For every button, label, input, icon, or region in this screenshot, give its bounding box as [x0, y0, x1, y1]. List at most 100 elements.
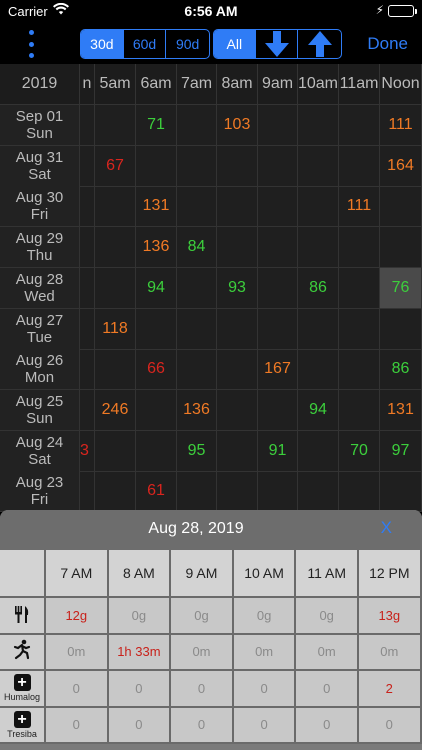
done-button[interactable]: Done [367, 34, 408, 54]
reading-cell[interactable] [95, 471, 136, 512]
reading-cell[interactable] [177, 267, 217, 309]
range-60d-button[interactable]: 60d [124, 30, 167, 58]
reading-cell[interactable] [380, 227, 422, 269]
sort-up-button[interactable] [298, 30, 341, 58]
reading-cell[interactable] [339, 471, 380, 512]
more-menu-icon[interactable] [26, 30, 36, 58]
grid-row[interactable]: Aug 27 Tue 118 [0, 308, 422, 350]
reading-cell[interactable] [217, 389, 258, 431]
reading-cell[interactable] [95, 227, 136, 269]
reading-cell[interactable] [136, 308, 177, 350]
partial-value-cell[interactable] [80, 186, 95, 228]
grid-row[interactable]: Aug 25 Sun 246 136 94 131 [0, 389, 422, 431]
reading-cell[interactable] [177, 186, 217, 228]
reading-cell[interactable] [339, 145, 380, 187]
range-30d-button[interactable]: 30d [81, 30, 124, 58]
reading-cell[interactable] [217, 308, 258, 350]
reading-cell[interactable] [258, 227, 298, 269]
reading-cell[interactable] [217, 471, 258, 512]
grid-row[interactable]: Sep 01 Sun 71 103 111 [0, 105, 422, 146]
reading-cell[interactable]: 111 [339, 186, 380, 228]
reading-cell[interactable]: 61 [136, 471, 177, 512]
reading-cell[interactable] [177, 145, 217, 187]
reading-cell[interactable]: 164 [380, 145, 422, 187]
reading-cell[interactable]: 84 [177, 227, 217, 269]
partial-value-cell[interactable] [80, 145, 95, 187]
reading-cell[interactable] [217, 349, 258, 391]
reading-cell[interactable] [258, 186, 298, 228]
close-button[interactable]: X [381, 518, 392, 538]
reading-cell[interactable]: 86 [380, 349, 422, 391]
grid-row[interactable]: Aug 31 Sat 67 164 [0, 145, 422, 187]
reading-cell[interactable]: 66 [136, 349, 177, 391]
reading-cell[interactable]: 94 [298, 389, 339, 431]
reading-cell[interactable] [95, 186, 136, 228]
reading-cell[interactable] [298, 308, 339, 350]
reading-cell[interactable] [258, 105, 298, 146]
reading-cell[interactable]: 118 [95, 308, 136, 350]
partial-value-cell[interactable] [80, 471, 95, 512]
reading-cell[interactable] [136, 430, 177, 472]
grid-row[interactable]: Aug 26 Mon 66 167 86 [0, 349, 422, 391]
grid-row[interactable]: Aug 24 Sat 3 95 91 70 97 [0, 430, 422, 472]
show-all-button[interactable]: All [214, 30, 256, 58]
reading-cell[interactable] [380, 186, 422, 228]
reading-cell[interactable]: 86 [298, 267, 339, 309]
reading-cell[interactable]: 136 [136, 227, 177, 269]
reading-cell[interactable] [339, 308, 380, 350]
readings-grid[interactable]: 2019 n 5am 6am 7am 8am 9am 10am 11am Noon Sep 01 Su… [0, 64, 422, 512]
partial-value-cell[interactable] [80, 227, 95, 269]
grid-row[interactable]: Aug 23 Fri 61 [0, 471, 422, 512]
reading-cell[interactable]: 95 [177, 430, 217, 472]
reading-cell[interactable] [339, 389, 380, 431]
reading-cell[interactable] [95, 105, 136, 146]
grid-row[interactable]: Aug 29 Thu 136 84 [0, 227, 422, 269]
reading-cell[interactable] [298, 186, 339, 228]
reading-cell[interactable] [217, 430, 258, 472]
reading-cell[interactable]: 103 [217, 105, 258, 146]
grid-row[interactable]: Aug 30 Fri 131 111 [0, 186, 422, 228]
reading-cell[interactable] [298, 430, 339, 472]
reading-cell[interactable] [217, 145, 258, 187]
reading-cell[interactable] [339, 105, 380, 146]
reading-cell[interactable] [339, 227, 380, 269]
reading-cell[interactable]: 167 [258, 349, 298, 391]
reading-cell[interactable] [136, 389, 177, 431]
reading-cell[interactable]: 94 [136, 267, 177, 309]
reading-cell[interactable]: 71 [136, 105, 177, 146]
reading-cell[interactable] [380, 308, 422, 350]
reading-cell[interactable] [95, 267, 136, 309]
reading-cell[interactable]: 97 [380, 430, 422, 472]
reading-cell[interactable]: 91 [258, 430, 298, 472]
reading-cell[interactable] [258, 308, 298, 350]
sort-down-button[interactable] [256, 30, 299, 58]
reading-cell[interactable] [339, 349, 380, 391]
reading-cell[interactable] [136, 145, 177, 187]
reading-cell[interactable] [177, 471, 217, 512]
reading-cell[interactable] [95, 430, 136, 472]
partial-value-cell[interactable] [80, 349, 95, 391]
reading-cell[interactable] [217, 186, 258, 228]
reading-cell[interactable] [95, 349, 136, 391]
reading-cell[interactable] [298, 349, 339, 391]
range-90d-button[interactable]: 90d [166, 30, 209, 58]
partial-value-cell[interactable]: 3 [80, 430, 95, 472]
reading-cell[interactable] [298, 145, 339, 187]
grid-row[interactable]: Aug 28 Wed 94 93 86 76 [0, 267, 422, 309]
reading-cell[interactable] [217, 227, 258, 269]
reading-cell[interactable]: 93 [217, 267, 258, 309]
reading-cell[interactable] [177, 105, 217, 146]
reading-cell[interactable] [298, 105, 339, 146]
partial-value-cell[interactable] [80, 267, 95, 309]
reading-cell[interactable]: 131 [380, 389, 422, 431]
partial-value-cell[interactable] [80, 308, 95, 350]
reading-cell[interactable]: 76 [380, 267, 422, 309]
reading-cell[interactable] [258, 145, 298, 187]
reading-cell[interactable] [177, 308, 217, 350]
reading-cell[interactable] [380, 471, 422, 512]
reading-cell[interactable] [298, 471, 339, 512]
reading-cell[interactable]: 246 [95, 389, 136, 431]
reading-cell[interactable]: 67 [95, 145, 136, 187]
reading-cell[interactable]: 70 [339, 430, 380, 472]
partial-value-cell[interactable] [80, 389, 95, 431]
